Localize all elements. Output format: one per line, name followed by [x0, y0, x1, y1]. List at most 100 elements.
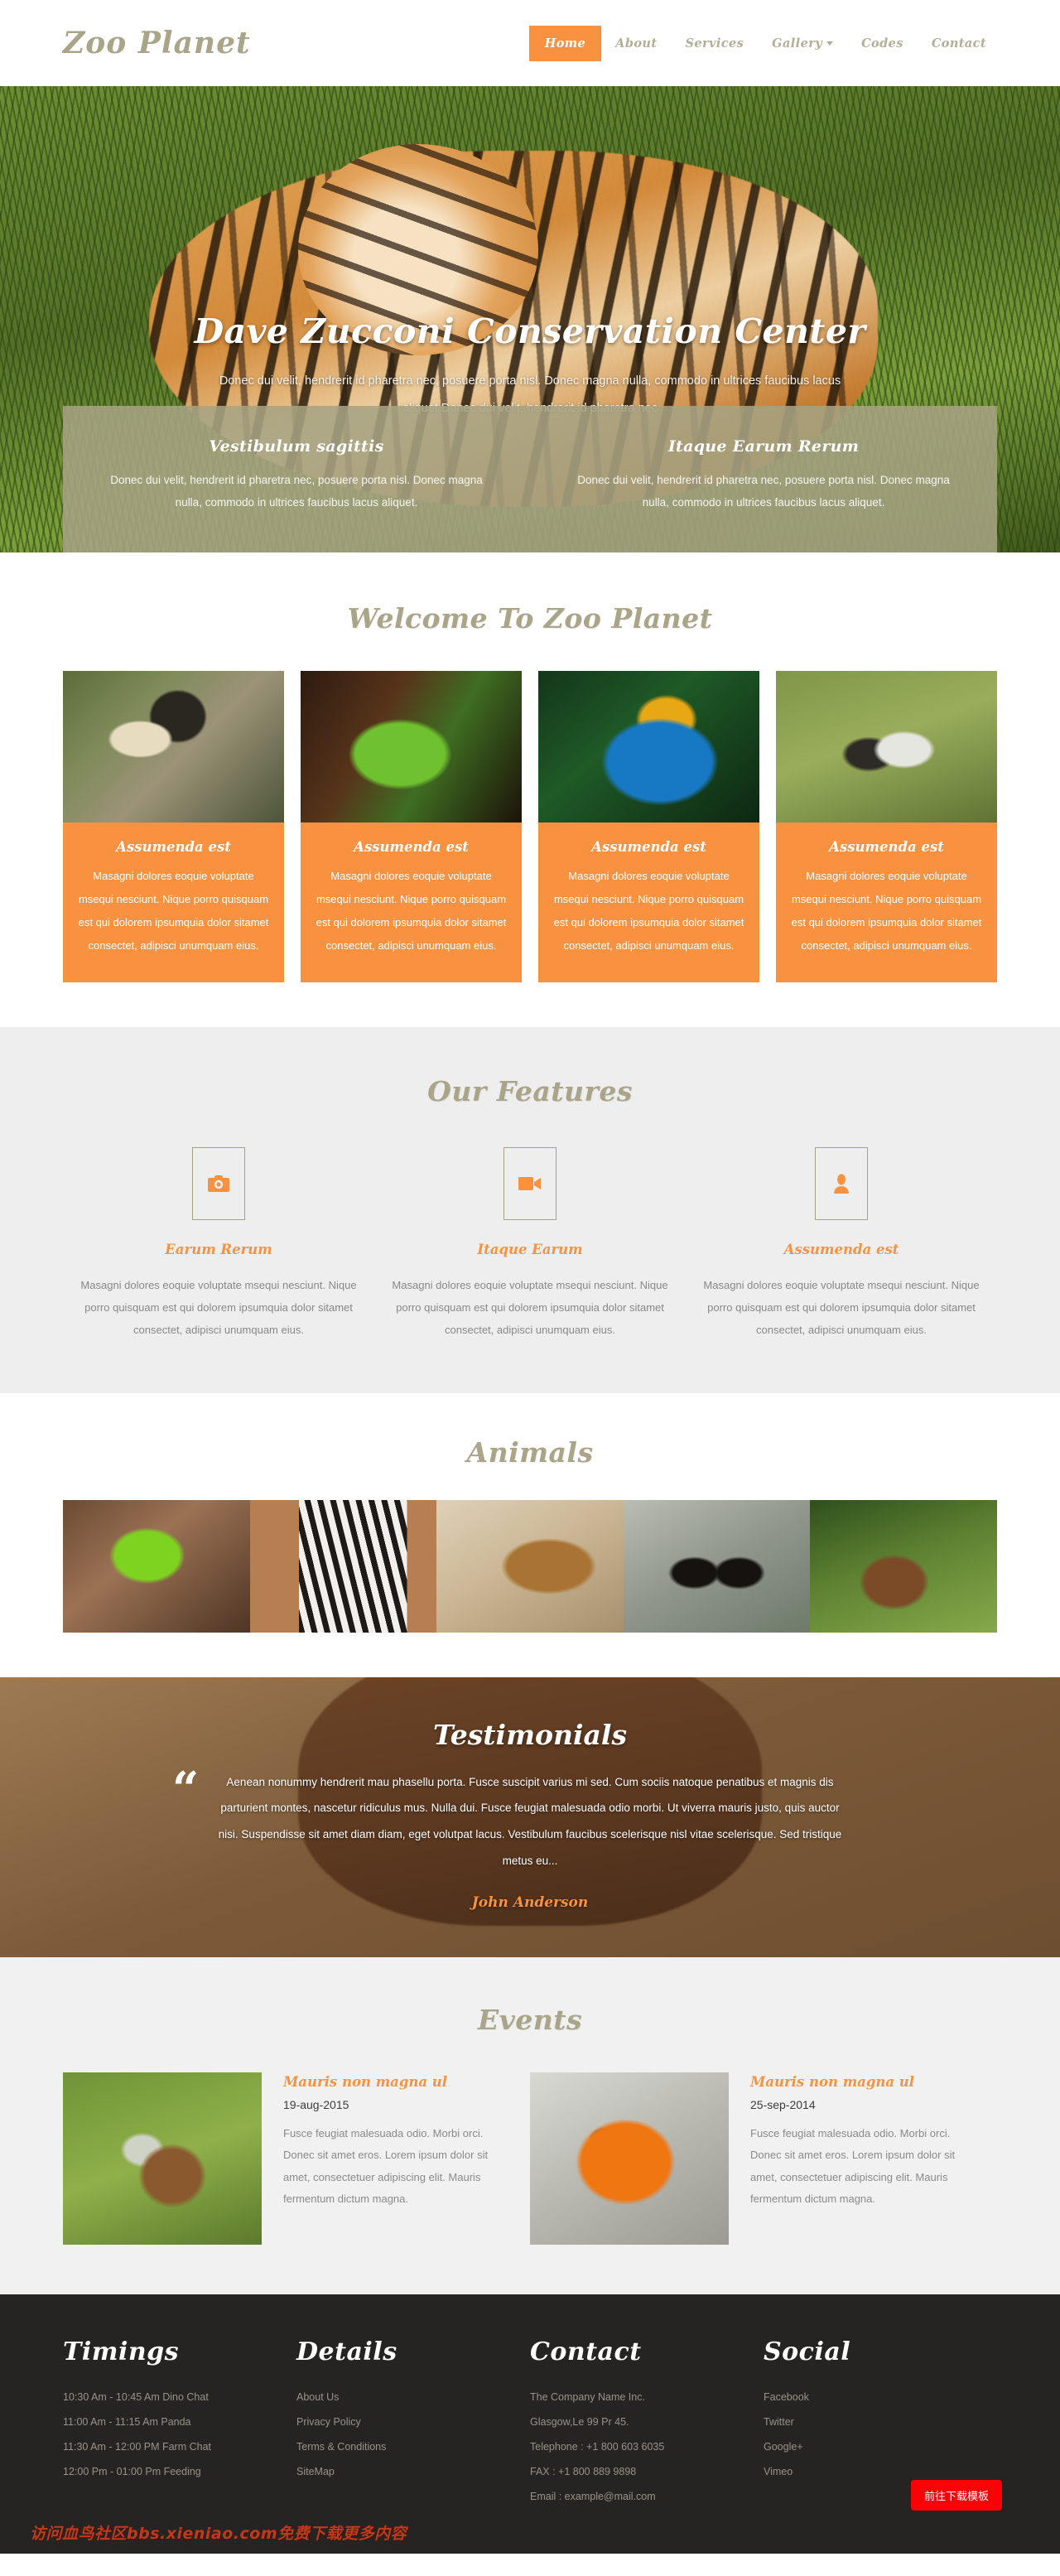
- animal-thumb-frog[interactable]: [63, 1499, 250, 1633]
- feature-icon-frame: [192, 1146, 245, 1220]
- testimonial-author: John Anderson: [471, 1893, 589, 1911]
- feature-item: Itaque Earum Masagni dolores eoquie volu…: [374, 1146, 686, 1342]
- event-body: Mauris non magna ul 25-sep-2014 Fusce fe…: [750, 2072, 964, 2245]
- site-logo[interactable]: Zoo Planet: [63, 26, 251, 60]
- site-header: Zoo Planet Home About Services Gallery C…: [0, 0, 1060, 86]
- details-list: About Us Privacy Policy Terms & Conditio…: [296, 2391, 507, 2478]
- event-item: Mauris non magna ul 19-aug-2015 Fusce fe…: [63, 2072, 530, 2245]
- animal-thumb-zebra[interactable]: [249, 1499, 437, 1633]
- penguins-photo: [623, 1499, 811, 1633]
- animal-thumb-penguins[interactable]: [623, 1499, 811, 1633]
- social-link-googleplus[interactable]: Google+: [764, 2441, 974, 2453]
- feature-title: Itaque Earum: [477, 1241, 583, 1257]
- timing-item: 11:30 Am - 12:00 PM Farm Chat: [63, 2440, 212, 2453]
- hero-overlay-boxes: Vestibulum sagittis Donec dui velit, hen…: [63, 405, 997, 552]
- footer-column-details: Details About Us Privacy Policy Terms & …: [296, 2337, 530, 2516]
- card-title: Assumenda est: [829, 839, 944, 855]
- feature-text: Masagni dolores eoquie voluptate msequi …: [80, 1278, 357, 1337]
- download-template-button[interactable]: 前往下载模板: [910, 2479, 1002, 2511]
- card-text: Masagni dolores eoquie voluptate msequi …: [316, 870, 507, 952]
- hero-banner: Dave Zucconi Conservation Center Donec d…: [0, 86, 1060, 552]
- hero-box-itaque: Itaque Earum Rerum Donec dui velit, hend…: [530, 437, 997, 514]
- event-title[interactable]: Mauris non magna ul: [750, 2074, 964, 2090]
- timing-item: 12:00 Pm - 01:00 Pm Feeding: [63, 2465, 201, 2477]
- nav-item-services[interactable]: Services: [671, 27, 758, 60]
- iguana-photo: [301, 671, 522, 822]
- user-icon: [834, 1174, 849, 1194]
- welcome-card[interactable]: Assumenda est Masagni dolores eoquie vol…: [776, 671, 997, 982]
- footer-link-terms[interactable]: Terms & Conditions: [296, 2441, 507, 2453]
- card-image-macaw: [538, 671, 759, 822]
- nav-item-gallery[interactable]: Gallery: [758, 27, 847, 60]
- hero-box-title: Itaque Earum Rerum: [667, 437, 860, 456]
- feature-title: Earum Rerum: [165, 1241, 272, 1257]
- testimonials-content: Testimonials “ Aenean nonummy hendrerit …: [0, 1719, 1060, 1911]
- timing-item: 10:30 Am - 10:45 Am Dino Chat: [63, 2390, 209, 2403]
- site-footer: Timings 10:30 Am - 10:45 Am Dino Chat 11…: [0, 2294, 1060, 2554]
- nav-label-gallery: Gallery: [772, 36, 823, 51]
- event-text: Fusce feugiat malesuada odio. Morbi orci…: [750, 2126, 956, 2206]
- chevron-down-icon: [826, 41, 834, 46]
- card-body: Assumenda est Masagni dolores eoquie vol…: [301, 822, 522, 982]
- card-image-monkey: [63, 671, 284, 822]
- timings-list: 10:30 Am - 10:45 Am Dino Chat 11:00 Am -…: [63, 2391, 273, 2478]
- event-image-petting-zoo[interactable]: [63, 2072, 262, 2245]
- contact-fax: FAX : +1 800 889 9898: [530, 2465, 637, 2477]
- features-title: Our Features: [427, 1074, 633, 1107]
- nav-label-codes: Codes: [861, 36, 903, 51]
- hero-box-vestibulum: Vestibulum sagittis Donec dui velit, hen…: [63, 437, 530, 514]
- contact-company: The Company Name Inc.: [530, 2390, 645, 2403]
- event-date: 25-sep-2014: [750, 2097, 816, 2111]
- footer-link-about-us[interactable]: About Us: [296, 2391, 507, 2404]
- nav-label-about: About: [615, 36, 658, 51]
- social-list: Facebook Twitter Google+ Vimeo: [764, 2391, 974, 2478]
- tapir-photo: [776, 671, 997, 822]
- feature-icon-frame: [815, 1146, 868, 1220]
- footer-link-privacy-policy[interactable]: Privacy Policy: [296, 2416, 507, 2429]
- nav-item-codes[interactable]: Codes: [847, 27, 918, 60]
- events-section: Events Mauris non magna ul 19-aug-2015 F…: [0, 1956, 1060, 2294]
- footer-heading-contact: Contact: [530, 2337, 642, 2366]
- animals-section: Animals: [0, 1392, 1060, 1677]
- nav-item-about[interactable]: About: [601, 27, 671, 60]
- card-text: Masagni dolores eoquie voluptate msequi …: [78, 870, 269, 952]
- card-body: Assumenda est Masagni dolores eoquie vol…: [776, 822, 997, 982]
- feature-item: Assumenda est Masagni dolores eoquie vol…: [686, 1146, 997, 1342]
- testimonials-section: Testimonials “ Aenean nonummy hendrerit …: [0, 1676, 1060, 1957]
- event-date: 19-aug-2015: [283, 2097, 349, 2111]
- social-link-twitter[interactable]: Twitter: [764, 2416, 974, 2429]
- welcome-card[interactable]: Assumenda est Masagni dolores eoquie vol…: [538, 671, 759, 982]
- event-body: Mauris non magna ul 19-aug-2015 Fusce fe…: [283, 2072, 497, 2245]
- animal-thumb-deer[interactable]: [810, 1499, 997, 1633]
- event-title[interactable]: Mauris non magna ul: [283, 2074, 497, 2090]
- footer-column-timings: Timings 10:30 Am - 10:45 Am Dino Chat 11…: [63, 2337, 296, 2516]
- testimonial-text: Aenean nonummy hendrerit mau phasellu po…: [218, 1775, 842, 1867]
- social-link-vimeo[interactable]: Vimeo: [764, 2466, 974, 2478]
- features-list: Earum Rerum Masagni dolores eoquie volup…: [63, 1146, 997, 1342]
- testimonials-title: Testimonials: [432, 1718, 628, 1751]
- animal-thumb-bear[interactable]: [436, 1499, 624, 1633]
- welcome-card[interactable]: Assumenda est Masagni dolores eoquie vol…: [63, 671, 284, 982]
- hero-box-title: Vestibulum sagittis: [209, 437, 384, 456]
- welcome-card[interactable]: Assumenda est Masagni dolores eoquie vol…: [301, 671, 522, 982]
- timing-item: 11:00 Am - 11:15 Am Panda: [63, 2415, 191, 2428]
- main-navigation: Home About Services Gallery Codes Contac…: [528, 25, 1000, 61]
- feature-text: Masagni dolores eoquie voluptate msequi …: [703, 1278, 980, 1337]
- social-link-facebook[interactable]: Facebook: [764, 2391, 974, 2404]
- nav-label-home: Home: [544, 36, 586, 51]
- feature-text: Masagni dolores eoquie voluptate msequi …: [392, 1278, 668, 1337]
- events-list: Mauris non magna ul 19-aug-2015 Fusce fe…: [63, 2072, 997, 2245]
- testimonial-quote-block: “ Aenean nonummy hendrerit mau phasellu …: [172, 1766, 845, 1911]
- nav-label-contact: Contact: [931, 36, 986, 51]
- welcome-title: Welcome To Zoo Planet: [347, 602, 713, 634]
- contact-email[interactable]: Email : example@mail.com: [530, 2491, 740, 2503]
- event-item: Mauris non magna ul 25-sep-2014 Fusce fe…: [530, 2072, 997, 2245]
- footer-columns: Timings 10:30 Am - 10:45 Am Dino Chat 11…: [63, 2337, 997, 2516]
- nav-item-contact[interactable]: Contact: [918, 27, 1000, 60]
- event-image-parrot[interactable]: [530, 2072, 729, 2245]
- nav-item-home[interactable]: Home: [528, 25, 602, 61]
- card-title: Assumenda est: [354, 839, 469, 855]
- footer-heading-timings: Timings: [63, 2337, 180, 2366]
- video-camera-icon: [518, 1176, 541, 1190]
- footer-link-sitemap[interactable]: SiteMap: [296, 2466, 507, 2478]
